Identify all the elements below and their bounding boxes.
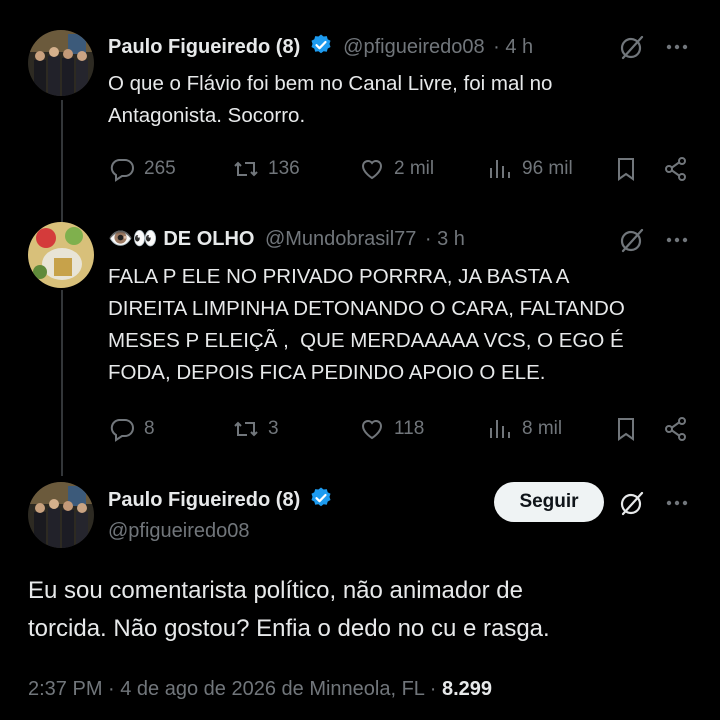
tweet-actions: 265 136 2 mil 96 mil [108, 155, 698, 185]
thread-connector [61, 100, 63, 224]
tweet-meta: 2:37 PM · 4 de ago de 2026 de Minneola, … [28, 678, 492, 701]
tweet-text-line: O que o Flávio foi bem no Canal Livre, f… [108, 72, 553, 95]
share-icon [665, 417, 686, 441]
timestamp[interactable]: · 4 h [493, 36, 533, 58]
grok-icon[interactable] [617, 488, 647, 518]
verified-badge-icon [311, 487, 331, 507]
reply-count: 8 [144, 418, 155, 439]
tweet-actions: 8 3 118 8 mil [108, 415, 698, 445]
display-name[interactable]: 👁️👀 DE OLHO [108, 228, 254, 250]
tweet-text: O que o Flávio foi bem no Canal Livre, f… [108, 68, 688, 132]
avatar[interactable] [28, 222, 94, 288]
avatar[interactable] [28, 482, 94, 548]
repost-button[interactable]: 3 [232, 415, 279, 443]
like-button[interactable]: 118 [358, 415, 424, 443]
display-name[interactable]: Paulo Figueiredo (8) [108, 36, 300, 58]
more-icon[interactable] [662, 488, 692, 518]
bookmark-button[interactable] [612, 155, 648, 183]
verified-badge-icon [311, 34, 331, 54]
like-icon [361, 160, 383, 180]
timestamp[interactable]: · 3 h [425, 228, 465, 250]
repost-count: 136 [268, 158, 300, 179]
tweet-text: FALA P ELE NO PRIVADO PORRRA, JA BASTA A… [108, 261, 708, 389]
repost-count: 3 [268, 418, 279, 439]
views-button[interactable]: 8 mil [486, 415, 562, 443]
tweet-text-line: Antagonista. Socorro. [108, 104, 306, 127]
tweet-text-line: DIREITA LIMPINHA DETONANDO O CARA, FALTA… [108, 297, 625, 320]
more-icon[interactable] [662, 32, 692, 62]
like-count: 2 mil [394, 158, 435, 179]
bookmark-icon [618, 158, 634, 181]
views-count: 96 mil [522, 158, 573, 179]
avatar[interactable] [28, 30, 94, 96]
tweet-header: Paulo Figueiredo (8) @pfigueiredo08 · 4 … [108, 33, 533, 59]
views-icon [490, 420, 510, 438]
grok-icon[interactable] [617, 32, 647, 62]
more-icon[interactable] [662, 225, 692, 255]
reply-icon [110, 159, 134, 182]
tweet-text-line: FODA, DEPOIS FICA PEDINDO APOIO O ELE. [108, 361, 546, 384]
share-button[interactable] [662, 155, 698, 183]
reply-icon [110, 419, 134, 442]
share-button[interactable] [662, 415, 698, 443]
tweet-header: Paulo Figueiredo (8) [108, 486, 333, 512]
bookmark-button[interactable] [612, 415, 648, 443]
follow-button[interactable]: Seguir [494, 482, 604, 522]
handle[interactable]: @pfigueiredo08 [108, 520, 250, 543]
views-count: 8 mil [522, 418, 563, 439]
repost-icon [234, 161, 258, 177]
main-tweet-text: Eu sou comentarista político, não animad… [28, 572, 698, 648]
reply-count: 265 [144, 158, 176, 179]
grok-icon[interactable] [617, 225, 647, 255]
tweet-text-line: MESES P ELEIÇÃ , QUE MERDAAAAA VCS, O EG… [108, 329, 624, 352]
tweet-text-line: FALA P ELE NO PRIVADO PORRRA, JA BASTA A [108, 265, 570, 288]
tweet-text-line: torcida. Não gostou? Enfia o dedo no cu … [28, 615, 550, 642]
share-icon [665, 157, 686, 181]
repost-icon [234, 421, 258, 437]
display-name[interactable]: Paulo Figueiredo (8) [108, 489, 300, 511]
views-button[interactable]: 96 mil [486, 155, 573, 183]
bookmark-icon [618, 418, 634, 441]
handle[interactable]: @Mundobrasil77 [265, 228, 417, 250]
handle[interactable]: @pfigueiredo08 [343, 36, 485, 58]
views-total: 8.299 [441, 678, 493, 700]
views-icon [490, 160, 510, 178]
thread-connector [61, 290, 63, 476]
reply-button[interactable]: 265 [108, 155, 176, 183]
reply-button[interactable]: 8 [108, 415, 155, 443]
tweet-header: 👁️👀 DE OLHO @Mundobrasil77 · 3 h [108, 226, 465, 251]
like-count: 118 [394, 418, 425, 439]
repost-button[interactable]: 136 [232, 155, 300, 183]
like-icon [361, 420, 383, 440]
tweet-text-line: Eu sou comentarista político, não animad… [28, 577, 523, 604]
timestamp-location[interactable]: 2:37 PM · 4 de ago de 2026 de Minneola, … [28, 678, 436, 700]
like-button[interactable]: 2 mil [358, 155, 434, 183]
